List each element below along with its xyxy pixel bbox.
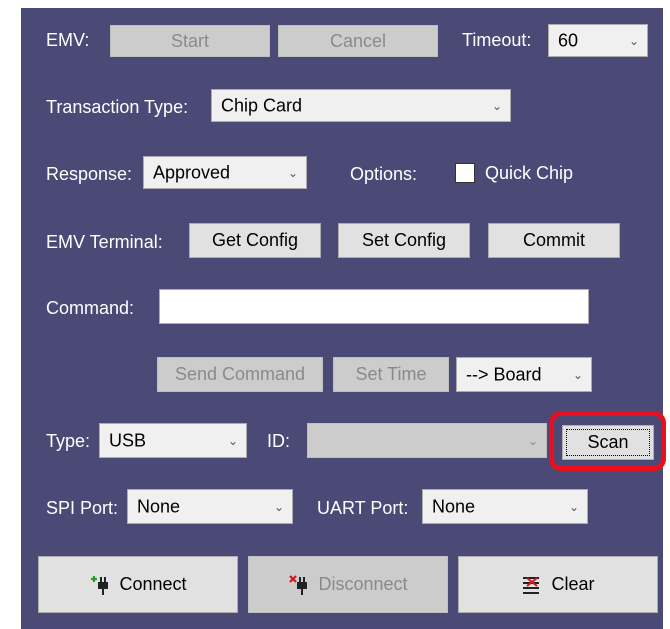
chevron-down-icon: ⌄ [227,433,238,448]
clear-label: Clear [551,574,595,594]
emv-label: EMV: [46,30,90,50]
id-label: ID: [267,431,291,451]
disconnect-button[interactable]: Disconnect [248,556,448,613]
response-select[interactable]: Approved ⌄ [143,156,307,189]
chevron-down-icon: ⌄ [628,33,639,48]
uart-port-select[interactable]: None ⌄ [422,489,588,524]
id-select[interactable]: ⌄ [307,423,547,458]
chevron-down-icon: ⌄ [287,165,298,180]
timeout-value: 60 [558,30,579,50]
type-label: Type: [46,431,91,451]
cancel-button[interactable]: Cancel [278,25,438,57]
command-target-select[interactable]: --> Board ⌄ [456,357,592,392]
chevron-down-icon: ⌄ [273,499,284,514]
options-label: Options: [350,164,418,184]
plug-disconnect-icon [289,574,308,595]
transaction-type-label: Transaction Type: [46,97,189,117]
clear-button[interactable]: Clear [458,556,658,613]
connect-label: Connect [119,574,187,594]
uart-port-value: None [432,496,476,516]
emv-terminal-label: EMV Terminal: [46,232,163,252]
transaction-type-select[interactable]: Chip Card ⌄ [211,89,511,122]
get-config-button[interactable]: Get Config [189,223,321,258]
chevron-down-icon: ⌄ [572,367,583,382]
quick-chip-checkbox[interactable] [455,163,475,183]
type-value: USB [109,430,147,450]
chevron-down-icon: ⌄ [527,433,538,448]
transaction-type-value: Chip Card [221,95,303,115]
uart-port-label: UART Port: [317,498,409,518]
chevron-down-icon: ⌄ [568,499,579,514]
commit-button[interactable]: Commit [488,223,620,258]
command-label: Command: [46,298,135,318]
command-target-value: --> Board [466,364,542,384]
spi-port-select[interactable]: None ⌄ [127,489,293,524]
scan-highlight [549,411,666,471]
response-label: Response: [46,164,133,184]
timeout-label: Timeout: [462,30,532,50]
response-value: Approved [153,162,231,182]
send-command-button[interactable]: Send Command [157,357,323,392]
disconnect-label: Disconnect [318,574,408,594]
command-input[interactable] [159,289,589,324]
timeout-select[interactable]: 60 ⌄ [548,24,648,57]
spi-port-label: SPI Port: [46,498,119,518]
clear-list-icon [523,576,540,594]
connect-button[interactable]: Connect [38,556,238,613]
chevron-down-icon: ⌄ [491,98,502,113]
type-select[interactable]: USB ⌄ [99,423,247,458]
plug-connect-icon [91,575,109,595]
spi-port-value: None [137,496,181,516]
set-config-button[interactable]: Set Config [338,223,470,258]
set-time-button[interactable]: Set Time [333,357,449,392]
quick-chip-label: Quick Chip [485,163,574,183]
start-button[interactable]: Start [110,25,270,57]
